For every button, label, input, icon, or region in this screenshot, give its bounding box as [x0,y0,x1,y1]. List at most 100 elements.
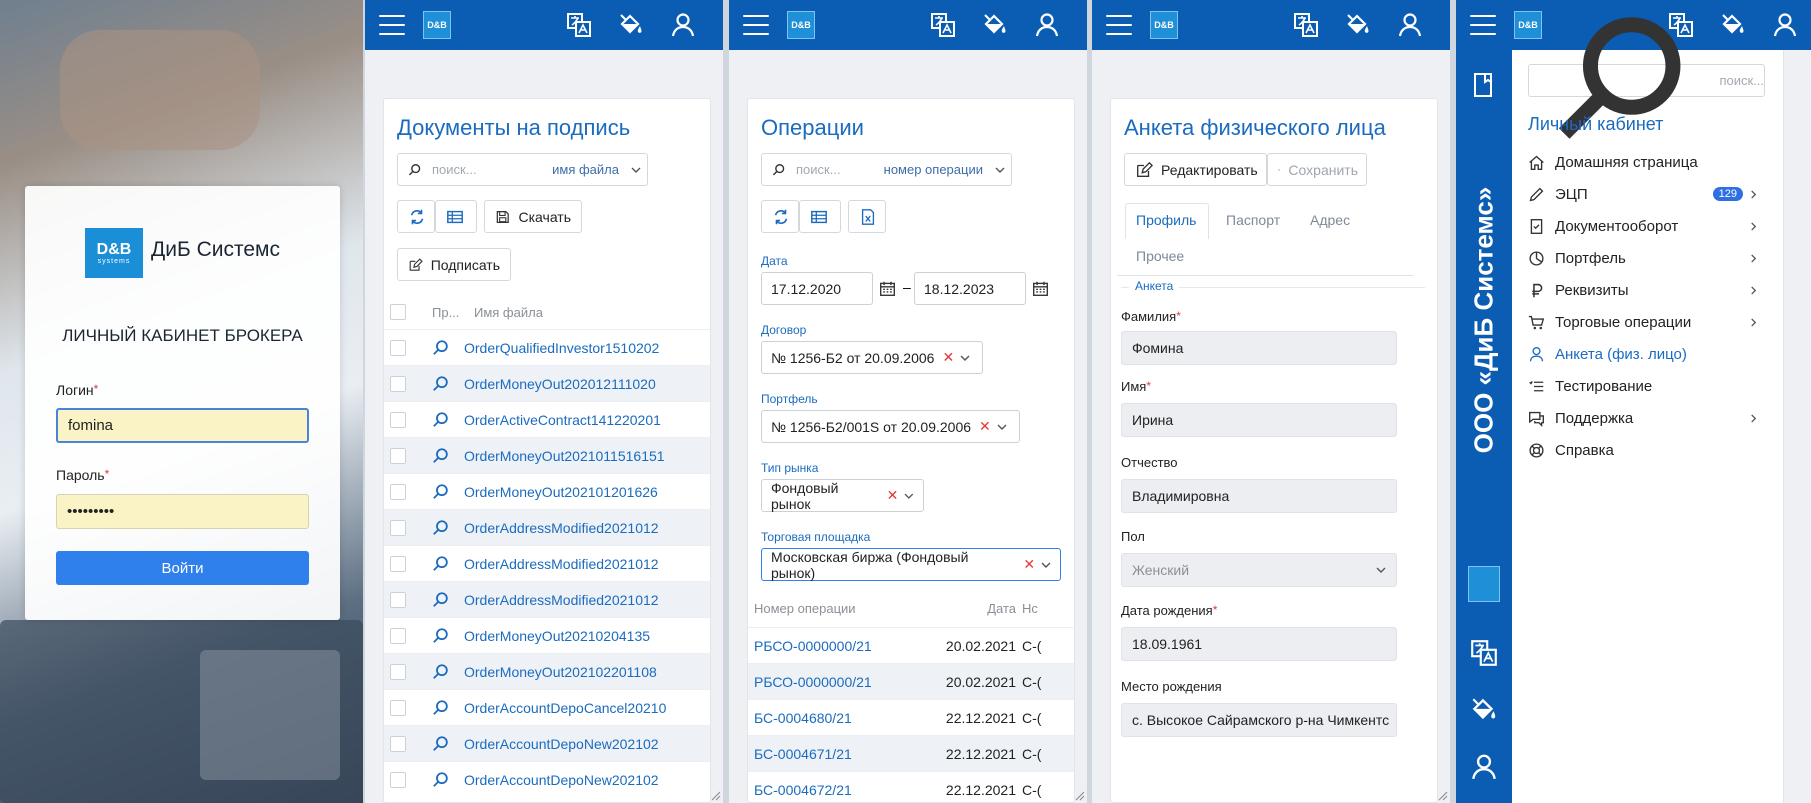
translate-icon[interactable] [565,11,593,39]
preview-icon[interactable] [432,447,450,465]
file-link[interactable]: OrderMoneyOut202012111020 [464,376,656,392]
search-box[interactable]: поиск... номер операции [761,153,1012,186]
password-input[interactable]: ••••••••• [56,494,309,529]
columns-button[interactable] [435,200,477,233]
file-link[interactable]: OrderAccountDepoNew202102 [464,736,659,752]
table-row[interactable]: БС-0004680/21 22.12.2021 С-( [748,699,1074,735]
menu-icon[interactable] [379,15,405,35]
clear-icon[interactable]: ✕ [979,418,991,435]
resize-handle-icon[interactable] [709,789,721,801]
operation-link[interactable]: БС-0004672/21 [754,782,944,798]
file-link[interactable]: OrderMoneyOut20210204135 [464,628,650,644]
preview-icon[interactable] [432,483,450,501]
download-button[interactable]: Скачать [484,200,582,233]
table-row[interactable]: OrderAccountDepoCancel20210 [384,689,710,725]
operation-link[interactable]: РБСО-0000000/21 [754,674,944,690]
row-checkbox[interactable] [390,591,406,608]
market-select[interactable]: Фондовый рынок ✕ [761,479,924,512]
tab-passport[interactable]: Паспорт [1226,212,1280,228]
menu-search-box[interactable]: поиск... [1528,64,1765,97]
operation-link[interactable]: БС-0004671/21 [754,746,944,762]
operation-link[interactable]: БС-0004680/21 [754,710,944,726]
row-checkbox[interactable] [390,699,406,716]
row-checkbox[interactable] [390,411,406,428]
menu-item-eds[interactable]: ЭЦП 129 [1528,182,1768,206]
app-logo[interactable]: D&B [423,11,451,39]
table-row[interactable]: OrderMoneyOut202102201108 [384,653,710,689]
resize-handle-icon[interactable] [1436,789,1448,801]
menu-icon[interactable] [1470,15,1496,35]
columns-button[interactable] [799,200,841,233]
file-link[interactable]: OrderAddressModified2021012 [464,556,659,572]
table-row[interactable]: OrderActiveContract141220201 [384,401,710,437]
date-from-input[interactable]: 17.12.2020 [761,272,873,305]
table-row[interactable]: OrderMoneyOut202101201626 [384,473,710,509]
table-row[interactable]: РБСО-0000000/21 20.02.2021 С-( [748,627,1074,663]
menu-search-input[interactable]: поиск... [1719,73,1764,88]
date-to-input[interactable]: 18.12.2023 [914,272,1026,305]
paint-bucket-icon[interactable] [1344,11,1372,39]
clear-icon[interactable]: ✕ [887,487,899,504]
file-link[interactable]: OrderMoneyOut202101201626 [464,484,658,500]
table-row[interactable]: OrderAddressModified2021012 [384,509,710,545]
login-input[interactable]: fomina [56,408,309,443]
menu-item-home[interactable]: Домашняя страница [1528,150,1768,174]
menu-item-portfolio[interactable]: Портфель [1528,246,1768,270]
clear-icon[interactable]: ✕ [942,349,954,366]
translate-icon[interactable] [1469,638,1499,668]
preview-icon[interactable] [432,771,450,789]
row-checkbox[interactable] [390,519,406,536]
paint-bucket-icon[interactable] [1719,11,1747,39]
row-checkbox[interactable] [390,447,406,464]
preview-icon[interactable] [432,411,450,429]
row-checkbox[interactable] [390,339,406,356]
user-icon[interactable] [1033,11,1061,39]
edit-button[interactable]: Редактировать [1124,153,1267,186]
preview-icon[interactable] [432,627,450,645]
file-link[interactable]: OrderAddressModified2021012 [464,520,659,536]
tab-other[interactable]: Прочее [1136,248,1184,264]
preview-icon[interactable] [432,591,450,609]
calendar-icon[interactable] [879,280,896,297]
menu-item-testing[interactable]: Тестирование [1528,374,1768,398]
paint-bucket-icon[interactable] [617,11,645,39]
save-button[interactable]: Сохранить [1267,153,1367,186]
birthdate-field[interactable]: 18.09.1961 [1121,627,1397,661]
row-checkbox[interactable] [390,483,406,500]
user-icon[interactable] [669,11,697,39]
menu-item-documents[interactable]: Документооборот [1528,214,1768,238]
user-icon[interactable] [1771,11,1799,39]
row-checkbox[interactable] [390,627,406,644]
refresh-button[interactable] [397,200,435,233]
row-checkbox[interactable] [390,735,406,752]
paint-bucket-icon[interactable] [1469,695,1499,725]
file-link[interactable]: OrderMoneyOut2021011516151 [464,448,665,464]
table-row[interactable]: БС-0004672/21 22.12.2021 С-( [748,771,1074,802]
preview-icon[interactable] [432,375,450,393]
select-all-checkbox[interactable] [390,304,406,320]
table-row[interactable]: OrderAddressModified2021012 [384,581,710,617]
file-link[interactable]: OrderAccountDepoNew202102 [464,772,659,788]
row-checkbox[interactable] [390,663,406,680]
patronymic-field[interactable]: Владимировна [1121,479,1397,513]
file-link[interactable]: OrderMoneyOut202102201108 [464,664,657,680]
user-icon[interactable] [1469,752,1499,782]
name-field[interactable]: Ирина [1121,403,1397,437]
birthplace-field[interactable]: с. Высокое Сайрамского р-на Чимкентс [1121,703,1397,737]
menu-icon[interactable] [743,15,769,35]
menu-item-support[interactable]: Поддержка [1528,406,1768,430]
preview-icon[interactable] [432,699,450,717]
table-row[interactable]: OrderMoneyOut202012111020 [384,365,710,401]
translate-icon[interactable] [1292,11,1320,39]
table-row[interactable]: OrderQualifiedInvestor1510202 [384,329,710,365]
preview-icon[interactable] [432,519,450,537]
row-checkbox[interactable] [390,555,406,572]
row-checkbox[interactable] [390,375,406,392]
app-logo[interactable]: D&B [1150,11,1178,39]
table-row[interactable]: OrderAddressModified2021012 [384,545,710,581]
refresh-button[interactable] [761,200,799,233]
table-row[interactable]: OrderAccountDepoNew202102 [384,725,710,761]
preview-icon[interactable] [432,339,450,357]
preview-icon[interactable] [432,735,450,753]
book-icon[interactable] [1469,70,1499,100]
